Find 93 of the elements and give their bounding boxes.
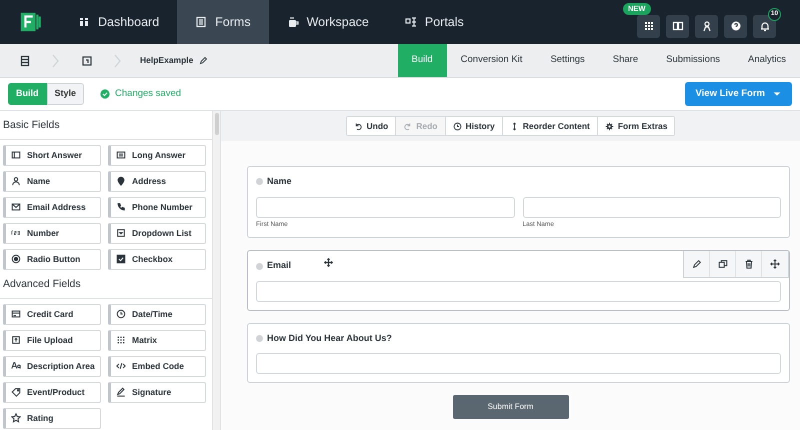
field-type-button[interactable]: Number bbox=[3, 222, 101, 244]
input-field[interactable] bbox=[256, 280, 781, 302]
input-field[interactable] bbox=[256, 353, 781, 374]
card-icon bbox=[11, 309, 21, 319]
field-label: Email bbox=[267, 259, 292, 272]
logo-icon bbox=[19, 11, 41, 33]
drag-handle-icon bbox=[256, 335, 263, 342]
grid-icon bbox=[642, 20, 654, 32]
folder-icon bbox=[81, 54, 93, 66]
document-icon bbox=[195, 16, 208, 28]
save-status: Changes saved bbox=[115, 86, 182, 101]
star-icon bbox=[11, 413, 21, 423]
input-field[interactable] bbox=[256, 196, 514, 218]
form-name: HelpExample bbox=[140, 54, 194, 67]
grid-icon bbox=[78, 16, 90, 28]
notifications-button[interactable] bbox=[753, 14, 776, 38]
redo-icon bbox=[403, 122, 412, 130]
undo-icon bbox=[354, 122, 363, 130]
help-button[interactable] bbox=[724, 14, 747, 38]
drag-handle-icon bbox=[256, 262, 263, 270]
field-type-button[interactable]: Long Answer bbox=[108, 144, 206, 166]
nav-tab[interactable]: Forms bbox=[177, 0, 269, 44]
code-icon bbox=[116, 361, 126, 371]
form-field-card[interactable]: Email bbox=[247, 250, 790, 311]
pin-icon bbox=[116, 176, 126, 186]
help-icon bbox=[730, 20, 742, 32]
account-button[interactable] bbox=[695, 14, 718, 38]
tab[interactable]: Conversion Kit bbox=[446, 44, 536, 77]
field-type-button[interactable]: Phone Number bbox=[108, 196, 206, 218]
scrollbar[interactable] bbox=[212, 111, 220, 430]
diagram-icon bbox=[404, 16, 417, 28]
field-type-button[interactable]: Checkbox bbox=[108, 248, 206, 270]
field-type-button[interactable]: Radio Button bbox=[3, 248, 101, 270]
field-type-button[interactable]: Address bbox=[108, 170, 206, 192]
toolbar-button[interactable]: Undo bbox=[346, 116, 396, 136]
nav-tab[interactable]: Portals bbox=[386, 0, 482, 44]
field-label: Name bbox=[267, 175, 292, 188]
checkbox-icon bbox=[116, 254, 126, 264]
person-icon bbox=[700, 20, 712, 32]
paragraph-icon bbox=[116, 150, 126, 160]
form-field-card[interactable]: How Did You Hear About Us? bbox=[247, 322, 790, 384]
text-style-icon bbox=[11, 361, 21, 371]
field-type-button[interactable]: Dropdown List bbox=[108, 222, 206, 244]
history-icon bbox=[452, 122, 462, 130]
signature-pen-icon bbox=[116, 387, 126, 397]
dots-grid-icon bbox=[116, 335, 126, 345]
field-type-button[interactable]: Email Address bbox=[3, 196, 101, 218]
submit-form-button[interactable]: Submit Form bbox=[452, 395, 568, 420]
copy-icon bbox=[718, 259, 728, 270]
mug-icon bbox=[286, 16, 299, 28]
nav-tab[interactable]: Dashboard bbox=[60, 0, 178, 44]
pencil-icon bbox=[199, 56, 208, 65]
field-type-button[interactable]: File Upload bbox=[3, 330, 101, 350]
move-icon bbox=[770, 259, 780, 270]
apps-button[interactable] bbox=[637, 14, 660, 38]
field-type-button[interactable]: Short Answer bbox=[3, 144, 101, 166]
field-type-button[interactable]: Embed Code bbox=[108, 356, 206, 376]
book-icon bbox=[672, 20, 684, 32]
clock-icon bbox=[116, 309, 126, 319]
bell-icon bbox=[758, 20, 770, 32]
tab[interactable]: Settings bbox=[536, 44, 599, 77]
tab[interactable]: Analytics bbox=[734, 44, 800, 77]
person-icon bbox=[11, 176, 21, 186]
gear-icon bbox=[604, 122, 614, 130]
input-field[interactable] bbox=[522, 196, 781, 218]
trash-icon bbox=[744, 259, 754, 270]
tag-icon bbox=[11, 387, 21, 397]
radio-icon bbox=[11, 254, 21, 264]
field-type-button[interactable]: Description Area bbox=[3, 356, 101, 376]
docs-button[interactable] bbox=[666, 14, 689, 38]
field-type-button[interactable]: Date/Time bbox=[108, 304, 206, 324]
tab[interactable]: Share bbox=[598, 44, 652, 77]
field-type-button[interactable]: Name bbox=[3, 170, 101, 192]
upload-icon bbox=[11, 335, 21, 345]
field-type-button[interactable]: Rating bbox=[3, 408, 101, 428]
field-type-button[interactable]: Matrix bbox=[108, 330, 206, 350]
envelope-icon bbox=[11, 202, 21, 212]
field-type-button[interactable]: Signature bbox=[108, 382, 206, 402]
check-circle-icon bbox=[100, 89, 110, 99]
tab[interactable]: Submissions bbox=[652, 44, 734, 77]
mode-toggle[interactable]: Style bbox=[46, 83, 84, 105]
text-field-icon bbox=[11, 150, 21, 160]
list-icon bbox=[19, 54, 31, 66]
move-cursor-icon bbox=[324, 258, 333, 268]
field-type-button[interactable]: Credit Card bbox=[3, 304, 101, 324]
rename-button[interactable] bbox=[199, 56, 208, 65]
pencil-icon bbox=[692, 259, 702, 270]
field-type-button[interactable]: Event/Product bbox=[3, 382, 101, 402]
dropdown-icon bbox=[116, 228, 126, 238]
field-label: How Did You Hear About Us? bbox=[267, 332, 392, 345]
drag-handle-icon bbox=[256, 178, 263, 186]
phone-icon bbox=[116, 202, 126, 212]
nav-tab[interactable]: Workspace bbox=[268, 0, 387, 44]
